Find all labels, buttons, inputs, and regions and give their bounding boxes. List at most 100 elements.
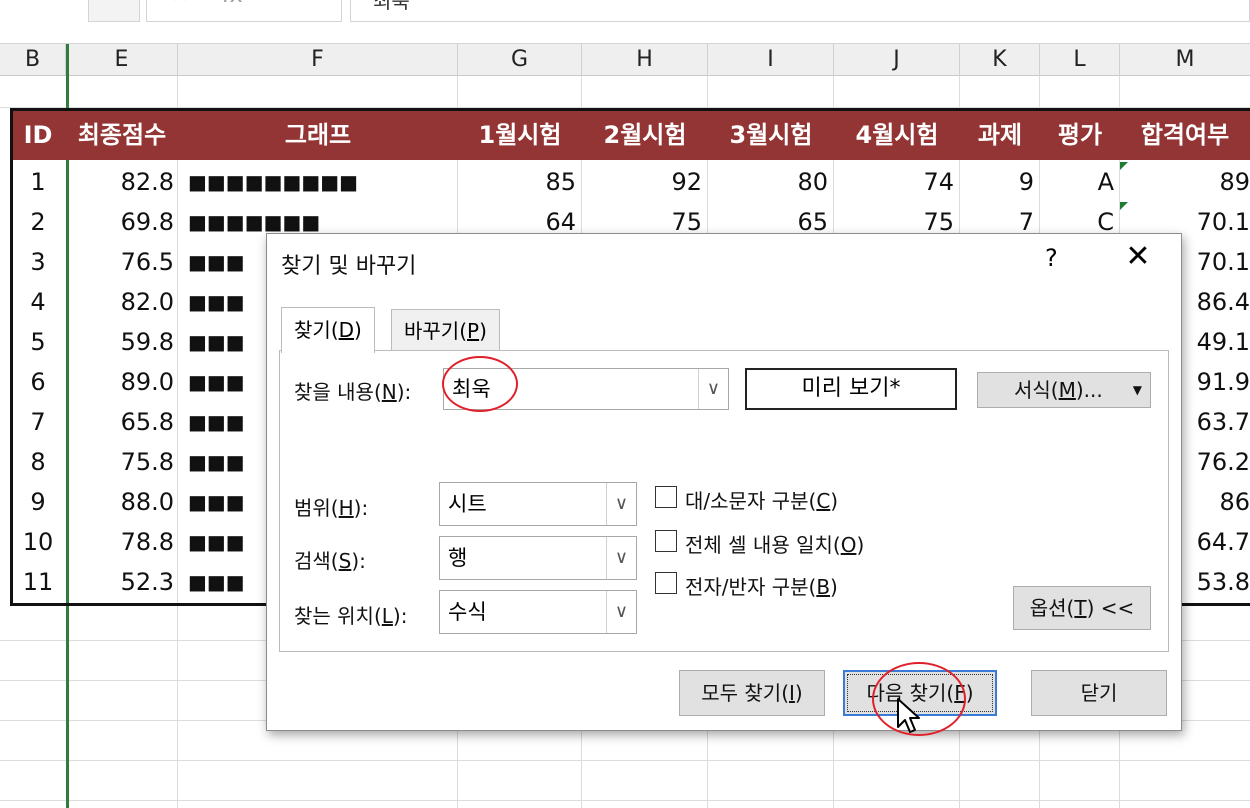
header-grade[interactable]: 평가 [1040,111,1120,160]
search-select[interactable]: 행 ∨ [439,536,637,580]
formula-input[interactable]: 최욱 [350,0,1250,22]
find-what-value: 최욱 [452,377,491,401]
match-entire-text: 전체 셀 내용 일치( [685,533,841,557]
cell-mar[interactable]: 80 [708,162,834,202]
cell-score[interactable]: 65.8 [66,402,178,442]
cell-feb[interactable]: 92 [582,162,708,202]
chevron-down-icon[interactable]: ∨ [606,591,636,633]
cell-id[interactable]: 10 [10,522,66,562]
tab-find[interactable]: 찾기(D) [281,307,375,353]
cell-id[interactable]: 9 [10,482,66,522]
cell-pass[interactable]: 89 [1120,162,1250,202]
help-button[interactable]: ? [1045,244,1058,272]
find-next-key: F [954,681,966,705]
header-jan-exam[interactable]: 1월시험 [458,111,582,160]
header-final-score[interactable]: 최종점수 [66,111,178,160]
header-graph[interactable]: 그래프 [178,111,458,160]
match-entire-checkbox[interactable] [655,530,677,552]
close-button[interactable]: 닫기 [1031,670,1167,716]
cell-graph[interactable]: ■■■■■■■■■ [188,162,468,202]
find-what-input[interactable]: 최욱 ∨ [443,368,729,410]
search-text: 검색( [294,549,339,573]
column-header-I[interactable]: I [708,44,834,76]
cell-homework[interactable]: 9 [960,162,1040,202]
cell-score[interactable]: 88.0 [66,482,178,522]
tab-replace-label: 바꾸기 [404,319,460,343]
column-header-J[interactable]: J [834,44,960,76]
cell-id[interactable]: 6 [10,362,66,402]
cell-score[interactable]: 52.3 [66,562,178,602]
column-header-bar: B E F G H I J K L M [0,44,1250,76]
formula-tools[interactable]: ✕ ✓ fx [146,0,342,22]
column-header-L[interactable]: L [1040,44,1120,76]
cell-apr[interactable]: 74 [834,162,960,202]
cell-score[interactable]: 89.0 [66,362,178,402]
cell-score[interactable]: 76.5 [66,242,178,282]
find-what-key: N [381,380,397,404]
dropdown-arrow-icon: ▼ [1132,383,1142,397]
cell-id[interactable]: 3 [10,242,66,282]
cell-score[interactable]: 78.8 [66,522,178,562]
column-header-K[interactable]: K [960,44,1040,76]
within-key: H [338,496,354,520]
cell-id[interactable]: 11 [10,562,66,602]
cell-score[interactable]: 59.8 [66,322,178,362]
match-entire-key: O [840,533,857,557]
options-button[interactable]: 옵션(T) << [1013,586,1151,630]
header-mar-exam[interactable]: 3월시험 [708,111,834,160]
header-homework[interactable]: 과제 [960,111,1040,160]
tab-find-label: 찾기 [294,318,331,342]
header-pass[interactable]: 합격여부 [1120,111,1250,160]
header-apr-exam[interactable]: 4월시험 [834,111,960,160]
table-header-row: ID 최종점수 그래프 1월시험 2월시험 3월시험 4월시험 과제 평가 합격… [10,108,1250,160]
close-icon[interactable]: ✕ [1123,242,1153,272]
match-entire-label[interactable]: 전체 셀 내용 일치(O) [685,529,864,558]
cell-score[interactable]: 75.8 [66,442,178,482]
column-header-G[interactable]: G [458,44,582,76]
format-preview: 미리 보기* [745,368,957,410]
name-box[interactable] [88,0,140,22]
header-id[interactable]: ID [10,111,66,160]
column-header-F[interactable]: F [178,44,458,76]
cell-score[interactable]: 69.8 [66,202,178,242]
within-label: 범위(H): [294,496,369,520]
tab-replace[interactable]: 바꾸기(P) [391,309,500,351]
find-what-label: 찾을 내용(N): [294,376,411,405]
cell-id[interactable]: 8 [10,442,66,482]
cell-id[interactable]: 2 [10,202,66,242]
options-key: T [1074,596,1087,620]
cell-score[interactable]: 82.8 [66,162,178,202]
match-case-text: 대/소문자 구분( [685,489,817,513]
within-select[interactable]: 시트 ∨ [439,482,637,526]
table-row[interactable]: 1 82.8 ■■■■■■■■■ 85 92 80 74 9 A 89 [10,162,1250,202]
chevron-down-icon[interactable]: ∨ [606,537,636,579]
cell-id[interactable]: 7 [10,402,66,442]
header-feb-exam[interactable]: 2월시험 [582,111,708,160]
formula-text: 최욱 [373,0,410,13]
cell-grade[interactable]: A [1040,162,1120,202]
cell-id[interactable]: 4 [10,282,66,322]
column-header-H[interactable]: H [582,44,708,76]
cell-score[interactable]: 82.0 [66,282,178,322]
search-label: 검색(S): [294,549,366,573]
options-suffix: ) << [1086,596,1135,620]
match-byte-label[interactable]: 전자/반자 구분(B) [685,571,838,600]
match-case-checkbox[interactable] [655,486,677,508]
cell-jan[interactable]: 85 [458,162,582,202]
chevron-down-icon[interactable]: ∨ [606,483,636,525]
cell-id[interactable]: 5 [10,322,66,362]
find-all-button[interactable]: 모두 찾기(I) [679,670,825,716]
column-header-E[interactable]: E [66,44,178,76]
match-byte-checkbox[interactable] [655,572,677,594]
column-header-M[interactable]: M [1120,44,1250,76]
cell-id[interactable]: 1 [10,162,66,202]
lookin-select[interactable]: 수식 ∨ [439,590,637,634]
column-header-B[interactable]: B [0,44,66,76]
within-text: 범위( [294,496,339,520]
format-suffix: )... [1075,378,1103,402]
chevron-down-icon[interactable]: ∨ [698,369,728,409]
format-button[interactable]: 서식(M)... ▼ [977,372,1151,408]
match-case-label[interactable]: 대/소문자 구분(C) [685,485,838,514]
match-case-key: C [816,489,831,513]
within-value: 시트 [448,492,487,516]
